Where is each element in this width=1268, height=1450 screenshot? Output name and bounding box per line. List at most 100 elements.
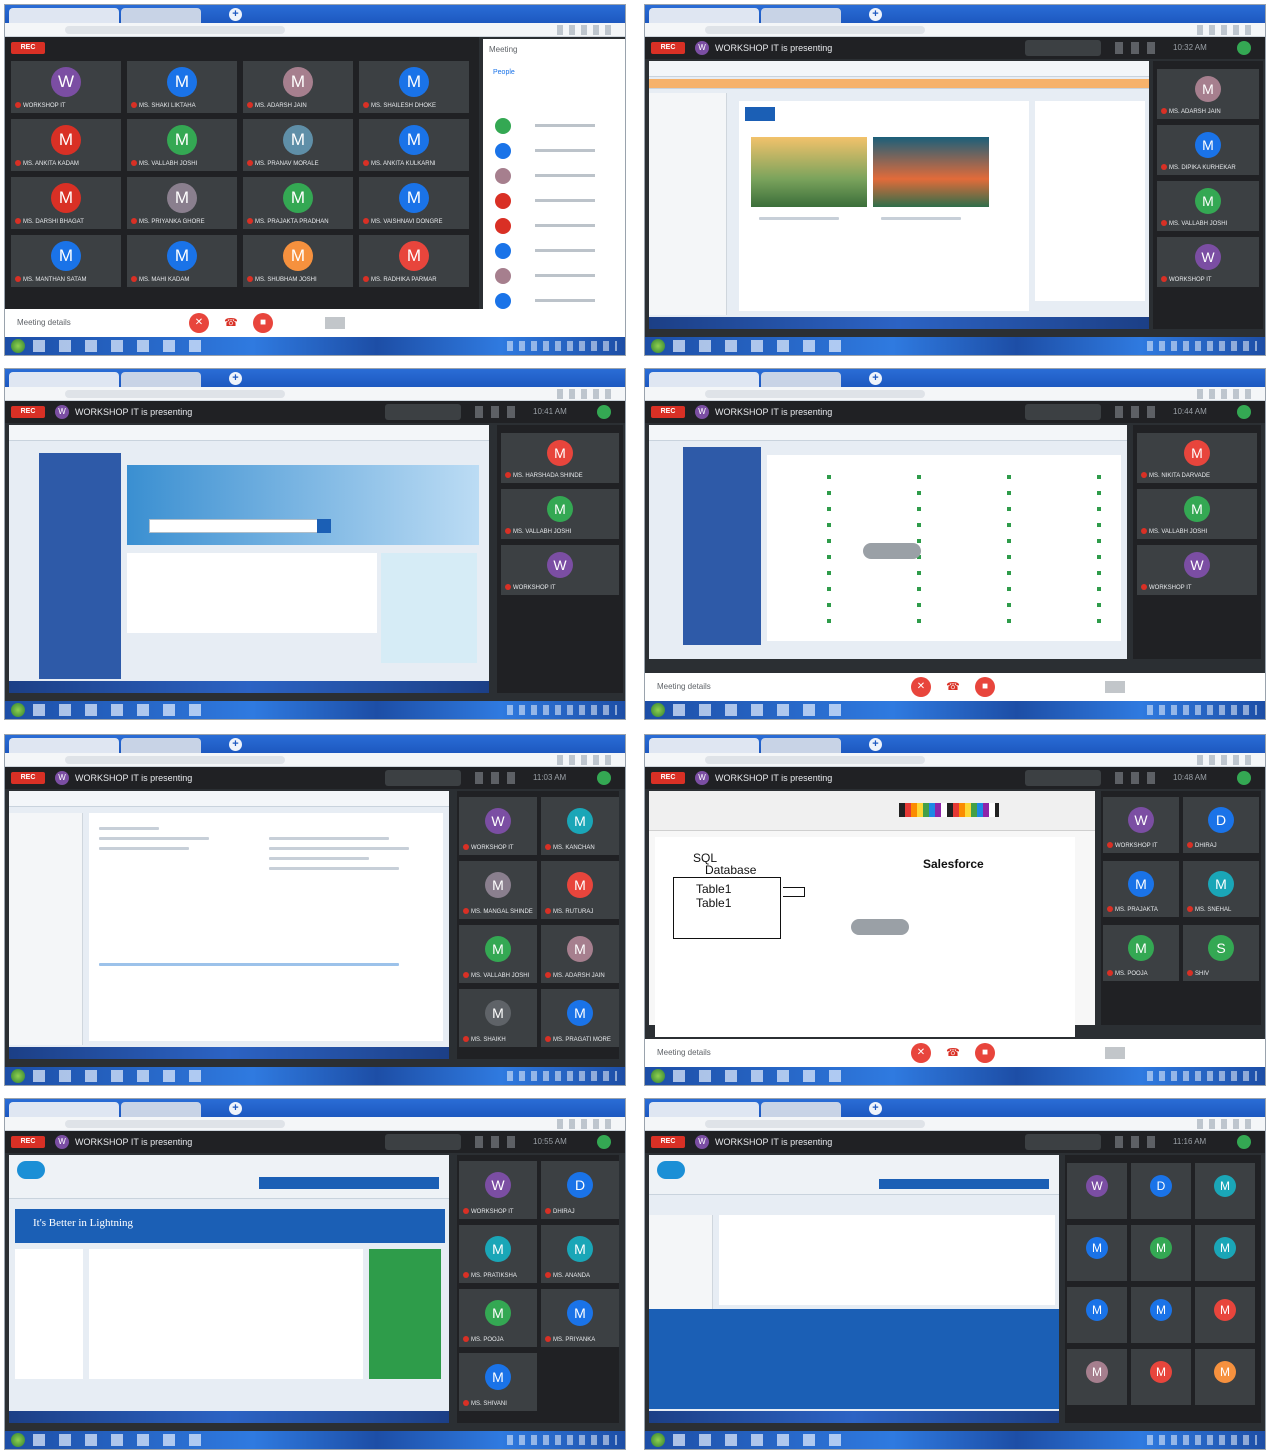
meet-icons[interactable] bbox=[1115, 1136, 1163, 1148]
participant-tile[interactable]: W WORKSHOP IT bbox=[11, 61, 121, 113]
browser-tab[interactable] bbox=[761, 1102, 841, 1117]
participant-tile[interactable]: M MS. MANTHAN SATAM bbox=[11, 235, 121, 287]
browser-tab[interactable] bbox=[649, 738, 759, 753]
camera-off-icon[interactable]: ■ bbox=[975, 677, 995, 697]
start-button-icon[interactable] bbox=[11, 1069, 25, 1083]
start-button-icon[interactable] bbox=[11, 1433, 25, 1447]
address-bar[interactable] bbox=[645, 1117, 1265, 1131]
self-avatar[interactable] bbox=[1237, 771, 1251, 785]
participant-tile[interactable]: M MS. DIPIKA KURHEKAR bbox=[1157, 125, 1259, 175]
participant-tile[interactable]: M MS. PRAJAKTA PRADHAN bbox=[243, 177, 353, 229]
browser-tab[interactable] bbox=[649, 372, 759, 387]
browser-tab[interactable] bbox=[9, 738, 119, 753]
start-button-icon[interactable] bbox=[11, 703, 25, 717]
captions-icon[interactable] bbox=[1105, 1047, 1155, 1059]
address-bar[interactable] bbox=[5, 387, 625, 401]
participant-tile[interactable]: M bbox=[1067, 1349, 1127, 1405]
hang-up-icon[interactable]: ☎ bbox=[943, 677, 963, 697]
mic-off-icon[interactable]: ✕ bbox=[911, 1043, 931, 1063]
camera-off-icon[interactable]: ■ bbox=[975, 1043, 995, 1063]
drawing-toolbar[interactable] bbox=[851, 919, 909, 935]
address-bar[interactable] bbox=[5, 753, 625, 767]
participant-tile[interactable]: M MS. SHUBHAM JOSHI bbox=[243, 235, 353, 287]
participant-tile[interactable]: M MS. ANKITA KULKARNI bbox=[359, 119, 469, 171]
participant-tile[interactable]: M MS. POOJA bbox=[459, 1289, 537, 1347]
captions-icon[interactable] bbox=[325, 317, 375, 329]
new-tab-icon[interactable]: + bbox=[229, 372, 242, 385]
participant-tile[interactable]: S SHIV bbox=[1183, 925, 1259, 981]
people-list-item[interactable] bbox=[495, 265, 621, 287]
participant-tile[interactable]: M MS. SHAILESH DHOKE bbox=[359, 61, 469, 113]
participant-tile[interactable]: M MS. HARSHADA SHINDE bbox=[501, 433, 619, 483]
people-list-item[interactable] bbox=[495, 165, 621, 187]
meet-icons[interactable] bbox=[1115, 406, 1163, 418]
start-button-icon[interactable] bbox=[651, 1433, 665, 1447]
pinned-participant[interactable] bbox=[1025, 404, 1101, 420]
participant-tile[interactable]: M bbox=[1131, 1287, 1191, 1343]
meet-icons[interactable] bbox=[1115, 42, 1163, 54]
mic-off-icon[interactable]: ✕ bbox=[911, 677, 931, 697]
new-tab-icon[interactable]: + bbox=[869, 8, 882, 21]
new-tab-icon[interactable]: + bbox=[229, 8, 242, 21]
browser-tab[interactable] bbox=[761, 738, 841, 753]
taskbar-apps[interactable] bbox=[673, 704, 843, 716]
participant-tile[interactable]: M MS. MANGAL SHINDE bbox=[459, 861, 537, 919]
participant-tile[interactable]: M MS. PRATIKSHA bbox=[459, 1225, 537, 1283]
captions-icon[interactable] bbox=[1105, 681, 1155, 693]
taskbar-apps[interactable] bbox=[673, 1434, 843, 1446]
self-avatar[interactable] bbox=[597, 1135, 611, 1149]
pinned-participant[interactable] bbox=[385, 404, 461, 420]
participant-tile[interactable]: M MS. ANANDA bbox=[541, 1225, 619, 1283]
participant-tile[interactable]: W bbox=[1067, 1163, 1127, 1219]
taskbar-apps[interactable] bbox=[673, 340, 843, 352]
participant-tile[interactable]: M MS. POOJA bbox=[1103, 925, 1179, 981]
participant-tile[interactable]: W WORKSHOP IT bbox=[1103, 797, 1179, 853]
meeting-details-button[interactable]: Meeting details bbox=[17, 318, 71, 327]
participant-tile[interactable]: M MS. KANCHAN bbox=[541, 797, 619, 855]
meet-icons[interactable] bbox=[1115, 772, 1163, 784]
participant-tile[interactable]: M MS. VALLABH JOSHI bbox=[1157, 181, 1259, 231]
participant-tile[interactable]: M MS. ADARSH JAIN bbox=[243, 61, 353, 113]
participant-tile[interactable]: M MS. SHIVANI bbox=[459, 1353, 537, 1411]
participant-tile[interactable]: W WORKSHOP IT bbox=[459, 797, 537, 855]
participant-tile[interactable]: M MS. SHAIKH bbox=[459, 989, 537, 1047]
participant-tile[interactable]: M bbox=[1195, 1163, 1255, 1219]
participant-tile[interactable]: M MS. PRANAV MORALE bbox=[243, 119, 353, 171]
self-avatar[interactable] bbox=[1237, 41, 1251, 55]
browser-tab[interactable] bbox=[9, 8, 119, 23]
browser-tab[interactable] bbox=[649, 1102, 759, 1117]
new-tab-icon[interactable]: + bbox=[869, 372, 882, 385]
participant-tile[interactable]: M MS. SHAKI LIKTAHA bbox=[127, 61, 237, 113]
participant-tile[interactable]: M MS. PRAGATI MORE bbox=[541, 989, 619, 1047]
participant-tile[interactable]: M bbox=[1195, 1349, 1255, 1405]
participant-tile[interactable]: W WORKSHOP IT bbox=[1157, 237, 1259, 287]
participant-tile[interactable]: M MS. MAHI KADAM bbox=[127, 235, 237, 287]
browser-tab[interactable] bbox=[121, 1102, 201, 1117]
browser-tab[interactable] bbox=[9, 1102, 119, 1117]
pinned-participant[interactable] bbox=[1025, 770, 1101, 786]
start-button-icon[interactable] bbox=[11, 339, 25, 353]
participant-tile[interactable]: M MS. VALLABH JOSHI bbox=[127, 119, 237, 171]
start-button-icon[interactable] bbox=[651, 339, 665, 353]
new-tab-icon[interactable]: + bbox=[229, 1102, 242, 1115]
people-list-item[interactable] bbox=[495, 190, 621, 212]
participant-tile[interactable]: M bbox=[1131, 1225, 1191, 1281]
participant-tile[interactable]: W WORKSHOP IT bbox=[459, 1161, 537, 1219]
participant-tile[interactable]: M MS. VALLABH JOSHI bbox=[459, 925, 537, 983]
address-bar[interactable] bbox=[645, 23, 1265, 37]
participant-tile[interactable]: M MS. ADARSH JAIN bbox=[1157, 69, 1259, 119]
meeting-details-button[interactable]: Meeting details bbox=[657, 682, 711, 691]
mic-off-icon[interactable]: ✕ bbox=[189, 313, 209, 333]
participant-tile[interactable]: M MS. PRAJAKTA bbox=[1103, 861, 1179, 917]
meet-icons[interactable] bbox=[475, 1136, 523, 1148]
meet-icons[interactable] bbox=[475, 406, 523, 418]
participant-tile[interactable]: M MS. PRIYANKA GHORE bbox=[127, 177, 237, 229]
self-avatar[interactable] bbox=[597, 405, 611, 419]
participant-tile[interactable]: M MS. PRIYANKA bbox=[541, 1289, 619, 1347]
people-list-item[interactable] bbox=[495, 140, 621, 162]
people-list-item[interactable] bbox=[495, 240, 621, 262]
participant-tile[interactable]: M bbox=[1067, 1225, 1127, 1281]
participant-tile[interactable]: M MS. RADHIKA PARMAR bbox=[359, 235, 469, 287]
participant-tile[interactable]: M MS. RUTURAJ bbox=[541, 861, 619, 919]
taskbar-apps[interactable] bbox=[33, 704, 203, 716]
